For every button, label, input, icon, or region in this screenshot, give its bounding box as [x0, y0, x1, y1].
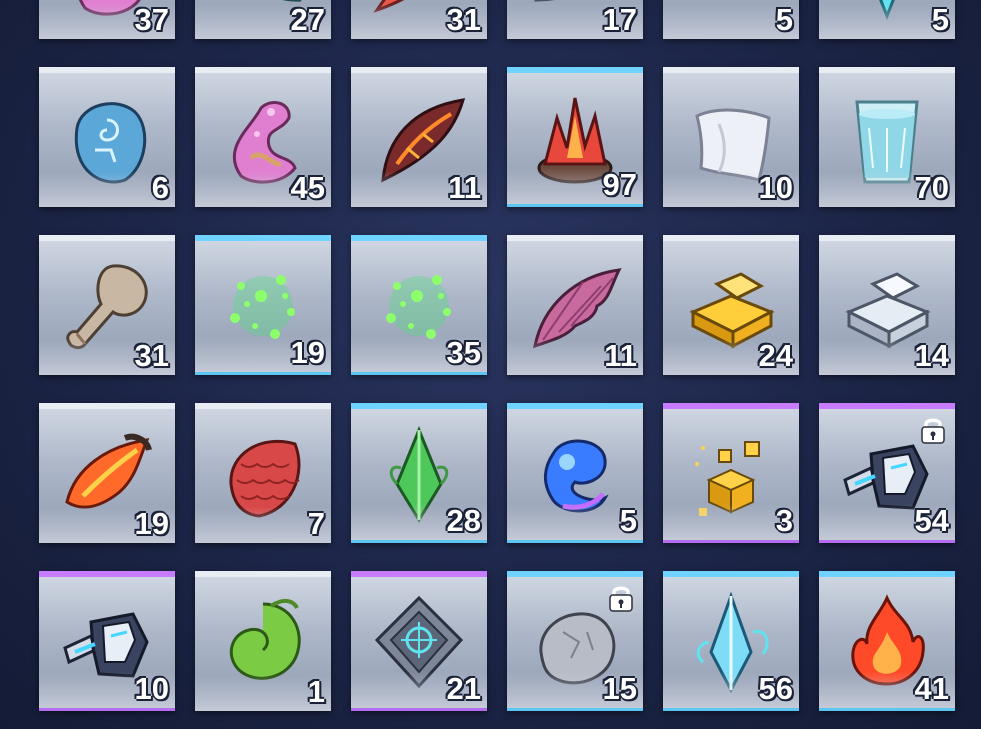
item-count: 35 [446, 335, 481, 370]
item-count: 70 [914, 170, 949, 205]
lock-icon [919, 415, 947, 445]
inventory-slot[interactable]: 3 [663, 403, 799, 543]
inventory-slot[interactable]: 10 [663, 67, 799, 207]
item-count: 21 [446, 671, 481, 706]
item-count: 31 [446, 2, 481, 37]
item-count: 11 [448, 170, 481, 205]
item-count: 56 [758, 671, 793, 706]
item-count: 24 [758, 338, 793, 373]
item-count: 31 [134, 338, 169, 373]
inventory-slot[interactable]: 15 [507, 571, 643, 711]
item-count: 19 [134, 506, 169, 541]
inventory-slot[interactable]: 35 [351, 235, 487, 375]
inventory-slot[interactable]: 19 [195, 235, 331, 375]
item-count: 11 [604, 338, 637, 373]
inventory-slot[interactable]: 1 [195, 571, 331, 711]
item-count: 41 [914, 671, 949, 706]
inventory-slot[interactable]: 5 [663, 0, 799, 39]
inventory-slot[interactable]: 97 [507, 67, 643, 207]
inventory-slot[interactable]: 56 [663, 571, 799, 711]
inventory-slot[interactable]: 41 [819, 571, 955, 711]
item-count: 37 [134, 2, 169, 37]
inventory-slot[interactable]: 5 [507, 403, 643, 543]
inventory-slot[interactable]: 10 [39, 571, 175, 711]
item-count: 1 [307, 674, 325, 709]
inventory-slot[interactable]: 6 [39, 67, 175, 207]
item-count: 10 [134, 671, 169, 706]
item-count: 3 [775, 503, 793, 538]
item-count: 10 [758, 170, 793, 205]
inventory-slot[interactable]: 21 [351, 571, 487, 711]
inventory-slot[interactable]: 45 [195, 67, 331, 207]
item-count: 6 [151, 170, 169, 205]
item-count: 19 [290, 335, 325, 370]
inventory-slot[interactable]: 11 [507, 235, 643, 375]
inventory-slot[interactable]: 28 [351, 403, 487, 543]
inventory-slot[interactable]: 11 [351, 67, 487, 207]
item-count: 97 [602, 167, 637, 202]
inventory-slot[interactable]: 27 [195, 0, 331, 39]
inventory-grid: 37 27 31 17 5 5 6 45 11 97 10 70 31 19 35 11 24 14 19 7 28 5 3… [0, 0, 981, 729]
inventory-slot[interactable]: 17 [507, 0, 643, 39]
item-count: 27 [290, 2, 325, 37]
item-count: 15 [602, 671, 637, 706]
item-count: 17 [602, 2, 637, 37]
item-count: 5 [775, 2, 793, 37]
item-count: 5 [931, 2, 949, 37]
inventory-slot[interactable]: 31 [39, 235, 175, 375]
item-count: 14 [914, 338, 949, 373]
inventory-slot[interactable]: 70 [819, 67, 955, 207]
inventory-slot[interactable]: 19 [39, 403, 175, 543]
item-count: 5 [619, 503, 637, 538]
inventory-slot[interactable]: 5 [819, 0, 955, 39]
inventory-slot[interactable]: 31 [351, 0, 487, 39]
item-count: 7 [307, 506, 325, 541]
item-count: 45 [290, 170, 325, 205]
lock-icon [607, 583, 635, 613]
item-count: 28 [446, 503, 481, 538]
item-count: 54 [914, 503, 949, 538]
inventory-slot[interactable]: 37 [39, 0, 175, 39]
inventory-slot[interactable]: 14 [819, 235, 955, 375]
inventory-slot[interactable]: 7 [195, 403, 331, 543]
inventory-slot[interactable]: 24 [663, 235, 799, 375]
inventory-slot[interactable]: 54 [819, 403, 955, 543]
